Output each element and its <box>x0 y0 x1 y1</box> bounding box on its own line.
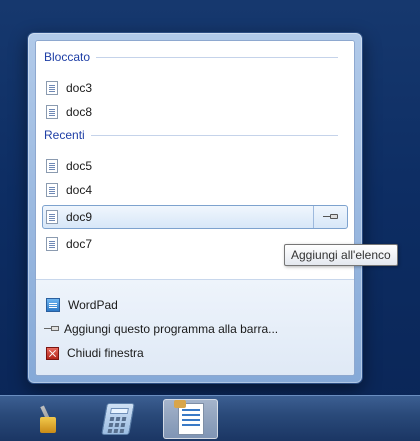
taskbar <box>0 395 420 441</box>
list-item-label: doc9 <box>66 210 93 224</box>
pin-icon <box>44 326 60 332</box>
calculator-icon <box>100 403 135 435</box>
document-icon <box>46 237 58 251</box>
task-label: WordPad <box>68 298 118 312</box>
close-icon <box>46 346 59 360</box>
recent-item-doc7[interactable]: doc7 <box>46 233 92 255</box>
pin-program-task[interactable]: Aggiungi questo programma alla barra... <box>44 318 278 340</box>
task-label: Aggiungi questo programma alla barra... <box>64 322 279 336</box>
open-wordpad-task[interactable]: WordPad <box>46 294 118 316</box>
list-item-label: doc4 <box>66 183 93 197</box>
wordpad-icon <box>46 298 60 312</box>
pin-tooltip: Aggiungi all'elenco <box>284 244 398 266</box>
jump-list-tasks: WordPad Aggiungi questo programma alla b… <box>36 279 354 375</box>
recent-item-doc9[interactable]: doc9 <box>46 206 92 228</box>
list-item-label: doc7 <box>66 237 93 251</box>
pin-icon <box>323 214 339 220</box>
recent-header-label: Recenti <box>44 128 85 142</box>
section-divider <box>90 134 338 136</box>
pinned-item-doc8[interactable]: doc8 <box>46 101 92 123</box>
document-icon <box>46 159 58 173</box>
recent-item-doc5[interactable]: doc5 <box>46 155 92 177</box>
jump-list: Bloccato doc3 doc8 Recenti doc5 doc4 doc… <box>27 32 363 384</box>
pinned-section-header: Bloccato <box>44 49 344 65</box>
document-icon <box>46 210 58 224</box>
tooltip-text: Aggiungi all'elenco <box>291 248 391 262</box>
wordpad-icon <box>173 400 204 435</box>
section-divider <box>96 56 338 58</box>
taskbar-button-wordpad[interactable] <box>163 399 218 439</box>
list-item-label: doc3 <box>66 81 93 95</box>
taskbar-button-tools[interactable] <box>20 399 75 439</box>
taskbar-button-calculator[interactable] <box>90 399 145 439</box>
document-icon <box>46 81 58 95</box>
pin-to-list-button[interactable] <box>313 206 348 228</box>
recent-item-doc4[interactable]: doc4 <box>46 179 92 201</box>
list-item-label: doc8 <box>66 105 93 119</box>
tools-icon <box>33 403 63 435</box>
list-item-label: doc5 <box>66 159 93 173</box>
task-label: Chiudi finestra <box>67 346 144 360</box>
pinned-item-doc3[interactable]: doc3 <box>46 77 92 99</box>
pinned-header-label: Bloccato <box>44 50 91 64</box>
jump-list-panel: Bloccato doc3 doc8 Recenti doc5 doc4 doc… <box>35 40 355 376</box>
document-icon <box>46 105 58 119</box>
recent-section-header: Recenti <box>44 127 344 143</box>
document-icon <box>46 183 58 197</box>
close-window-task[interactable]: Chiudi finestra <box>46 342 144 364</box>
